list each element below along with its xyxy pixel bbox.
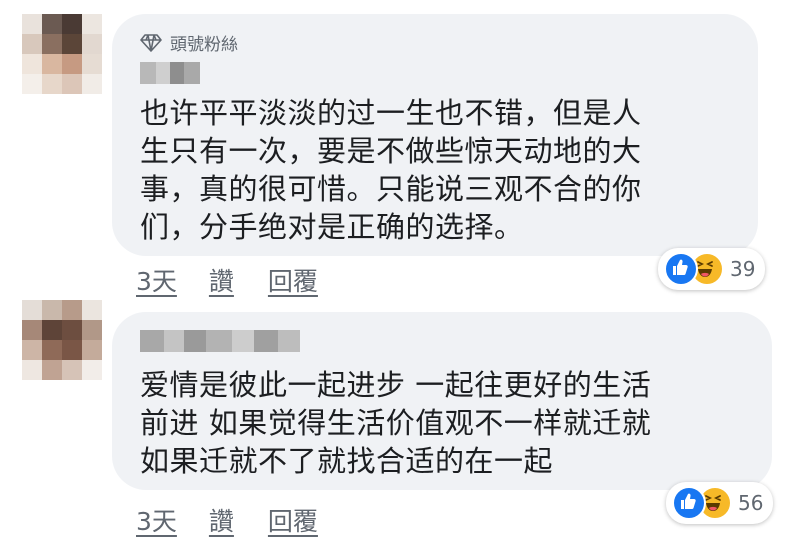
- diamond-icon: [140, 33, 162, 52]
- reaction-count: 39: [730, 257, 756, 281]
- timestamp-link[interactable]: 3天: [136, 502, 177, 538]
- avatar[interactable]: [22, 14, 102, 94]
- reply-link[interactable]: 回覆: [268, 262, 318, 298]
- like-icon: [672, 486, 706, 520]
- badge-label: 頭號粉絲: [170, 35, 238, 55]
- like-link[interactable]: 讚: [209, 502, 234, 538]
- avatar[interactable]: [22, 300, 102, 380]
- timestamp-link[interactable]: 3天: [136, 262, 177, 298]
- like-icon: [664, 252, 698, 286]
- comment-actions: 3天 讚 回覆: [136, 502, 318, 538]
- commenter-name-blurred[interactable]: [140, 62, 200, 84]
- comment-actions: 3天 讚 回覆: [136, 262, 318, 298]
- reaction-summary[interactable]: 39: [658, 248, 766, 290]
- commenter-name-blurred[interactable]: [140, 330, 300, 352]
- comment-text: 也许平平淡淡的过一生也不错，但是人 生只有一次，要是不做些惊天动地的大 事，真的…: [140, 96, 642, 244]
- top-fan-badge: 頭號粉絲: [140, 30, 238, 55]
- reaction-summary[interactable]: 56: [666, 482, 774, 524]
- comment-text: 爱情是彼此一起进步 一起往更好的生活 前进 如果觉得生活价值观不一样就迁就 如果…: [140, 368, 652, 478]
- reaction-count: 56: [738, 491, 764, 515]
- reply-link[interactable]: 回覆: [268, 502, 318, 538]
- like-link[interactable]: 讚: [209, 262, 234, 298]
